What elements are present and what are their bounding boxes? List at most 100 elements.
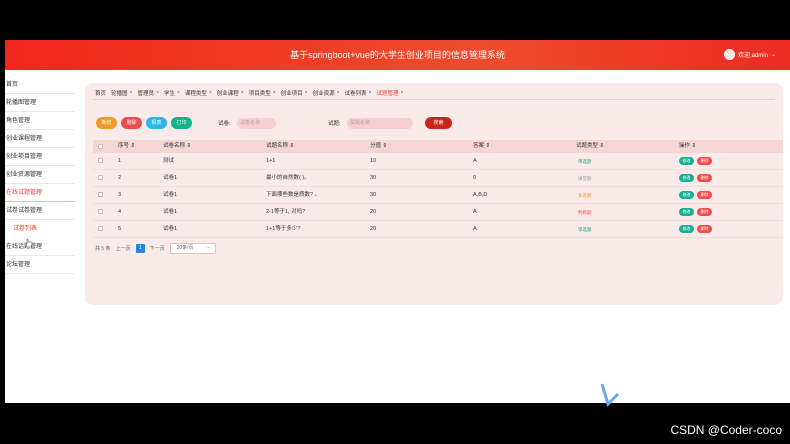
report-button[interactable]: 报表 xyxy=(146,117,167,129)
close-icon[interactable]: × xyxy=(305,90,308,96)
question-label: 试题: xyxy=(328,121,341,127)
add-button[interactable]: 新增 xyxy=(96,117,117,129)
close-icon[interactable]: × xyxy=(273,90,276,96)
close-icon[interactable]: × xyxy=(241,90,244,96)
search-button[interactable]: 搜索 xyxy=(425,117,452,129)
edit-button[interactable]: 修改 xyxy=(679,174,694,182)
header-paper: 试卷名称 ⇕ xyxy=(163,143,192,149)
row-delete-button[interactable]: 删除 xyxy=(697,208,712,216)
page-number-current[interactable]: 1 xyxy=(135,244,145,253)
close-icon[interactable]: × xyxy=(209,90,212,96)
row-delete-button[interactable]: 删除 xyxy=(697,174,712,182)
tab-resource[interactable]: 创业资源 × xyxy=(313,87,340,99)
edit-button[interactable]: 修改 xyxy=(679,225,694,233)
tab-home[interactable]: 首页 xyxy=(95,87,106,99)
close-icon[interactable]: × xyxy=(177,90,180,96)
sidebar-item-home[interactable]: 首页 xyxy=(5,76,75,94)
sidebar-item-course[interactable]: 创业课程管理 xyxy=(5,130,75,148)
tab-divider xyxy=(93,99,775,100)
page-title: 基于springboot+vue的大学生创业项目的信息管理系统 xyxy=(290,50,505,60)
edit-button[interactable]: 修改 xyxy=(679,191,694,199)
sidebar-item-banner[interactable]: 轮播图管理 xyxy=(5,94,75,112)
tab-banner[interactable]: 轮播图 × xyxy=(111,87,132,99)
row-delete-button[interactable]: 删除 xyxy=(697,157,712,165)
header-score: 分值 ⇕ xyxy=(370,143,388,149)
paper-label: 试卷: xyxy=(218,121,231,127)
header-answer: 答案 ⇕ xyxy=(473,143,491,149)
total-count: 共 5 条 xyxy=(95,246,111,252)
cell-question: 1+1 xyxy=(266,158,276,164)
tab-project[interactable]: 创业项目 × xyxy=(281,87,308,99)
hand-cursor-icon xyxy=(25,238,33,248)
close-icon[interactable]: × xyxy=(337,90,340,96)
main-panel: 首页 轮播图 × 管理员 × 学生 × 课程类型 × 创业课程 × 项目类型 × 创业项目 ×… xyxy=(85,83,783,305)
chevron-down-icon: ⌄ xyxy=(770,52,776,58)
table-row: 2 试卷1 最小的自然数( )。 30 0 填空题 修改 删除 xyxy=(93,170,783,187)
cell-index: 3 xyxy=(118,192,122,198)
print-button[interactable]: 打印 xyxy=(171,117,192,129)
cell-score: 30 xyxy=(370,192,377,198)
cell-index: 5 xyxy=(118,226,122,232)
row-delete-button[interactable]: 删除 xyxy=(697,225,712,233)
tab-admin[interactable]: 管理员 × xyxy=(137,87,158,99)
screen: 基于springboot+vue的大学生创业项目的信息管理系统 欢迎,admin… xyxy=(0,0,790,444)
row-checkbox[interactable] xyxy=(98,209,103,214)
sidebar-item-online-question[interactable]: 在线试题管理 xyxy=(5,184,75,202)
row-checkbox[interactable] xyxy=(98,158,103,163)
close-icon[interactable]: × xyxy=(156,90,159,96)
tab-paper-list[interactable]: 试卷列表 × xyxy=(345,87,372,99)
cell-type: 填空题 xyxy=(578,176,592,181)
user-label: 欢迎,admin xyxy=(737,53,768,59)
cell-score: 30 xyxy=(370,175,377,181)
sidebar-item-role[interactable]: 角色管理 xyxy=(5,112,75,130)
video-logo-icon xyxy=(600,383,620,407)
cell-question: 下面哪些数是质数? 。 xyxy=(266,192,321,198)
tab-project-type[interactable]: 项目类型 × xyxy=(249,87,276,99)
tab-course[interactable]: 创业课程 × xyxy=(217,87,244,99)
page-size-select[interactable]: 20条/页 xyxy=(169,243,216,254)
watermark: CSDN @Coder-coco xyxy=(670,423,782,437)
row-checkbox[interactable] xyxy=(98,175,103,180)
cell-paper: 试卷1 xyxy=(163,209,178,215)
cell-score: 10 xyxy=(370,158,377,164)
close-icon[interactable]: × xyxy=(130,90,133,96)
sidebar-item-resource[interactable]: 创业资源管理 xyxy=(5,166,75,184)
cell-paper: 试卷1 xyxy=(163,226,178,232)
sidebar-item-project[interactable]: 创业项目管理 xyxy=(5,148,75,166)
row-delete-button[interactable]: 删除 xyxy=(697,191,712,199)
row-checkbox[interactable] xyxy=(98,226,103,231)
header-type: 试题类型 ⇕ xyxy=(576,143,605,149)
delete-button[interactable]: 删除 xyxy=(121,117,142,129)
cell-paper: 测试 xyxy=(163,158,175,164)
cell-index: 1 xyxy=(118,158,122,164)
tab-bar: 首页 轮播图 × 管理员 × 学生 × 课程类型 × 创业课程 × 项目类型 × 创业项目 ×… xyxy=(95,87,403,99)
cell-index: 2 xyxy=(118,175,122,181)
sidebar-item-paper-manage[interactable]: 试卷试卷管理 xyxy=(5,202,75,220)
cell-score: 20 xyxy=(370,226,377,232)
cell-answer: A xyxy=(473,226,477,232)
cell-score: 20 xyxy=(370,209,377,215)
edit-button[interactable]: 修改 xyxy=(679,208,694,216)
user-menu[interactable]: 欢迎,admin ⌄ xyxy=(723,49,776,60)
sidebar-item-forum[interactable]: 论坛管理 xyxy=(5,256,75,274)
sidebar-item-topic[interactable]: 在线话题管理 xyxy=(5,238,75,256)
paper-search-input[interactable]: 试卷名称 xyxy=(237,118,276,129)
header-index: 序号 ⇕ xyxy=(118,143,136,149)
edit-button[interactable]: 修改 xyxy=(679,157,694,165)
row-checkbox[interactable] xyxy=(98,192,103,197)
tab-student[interactable]: 学生 × xyxy=(164,87,180,99)
prev-page-button[interactable]: 上一页 xyxy=(116,245,131,252)
sidebar-item-paper-list[interactable]: 试卷列表 xyxy=(5,220,75,238)
table-row: 3 试卷1 下面哪些数是质数? 。 30 A,B,D 多选题 修改 删除 xyxy=(93,187,783,204)
tab-question-manage[interactable]: 试题管理 × xyxy=(376,87,403,99)
tab-course-type[interactable]: 课程类型 × xyxy=(185,87,212,99)
table-row: 5 试卷1 1+1等于多少? 20 A 单选题 修改 删除 xyxy=(93,221,783,238)
cell-index: 4 xyxy=(118,209,122,215)
avatar xyxy=(723,49,735,60)
close-icon[interactable]: × xyxy=(400,90,403,96)
cell-answer: A xyxy=(473,209,477,215)
question-search-input[interactable]: 试题名称 xyxy=(347,118,413,129)
close-icon[interactable]: × xyxy=(369,90,372,96)
next-page-button[interactable]: 下一页 xyxy=(150,245,165,252)
select-all-checkbox[interactable] xyxy=(98,144,103,149)
